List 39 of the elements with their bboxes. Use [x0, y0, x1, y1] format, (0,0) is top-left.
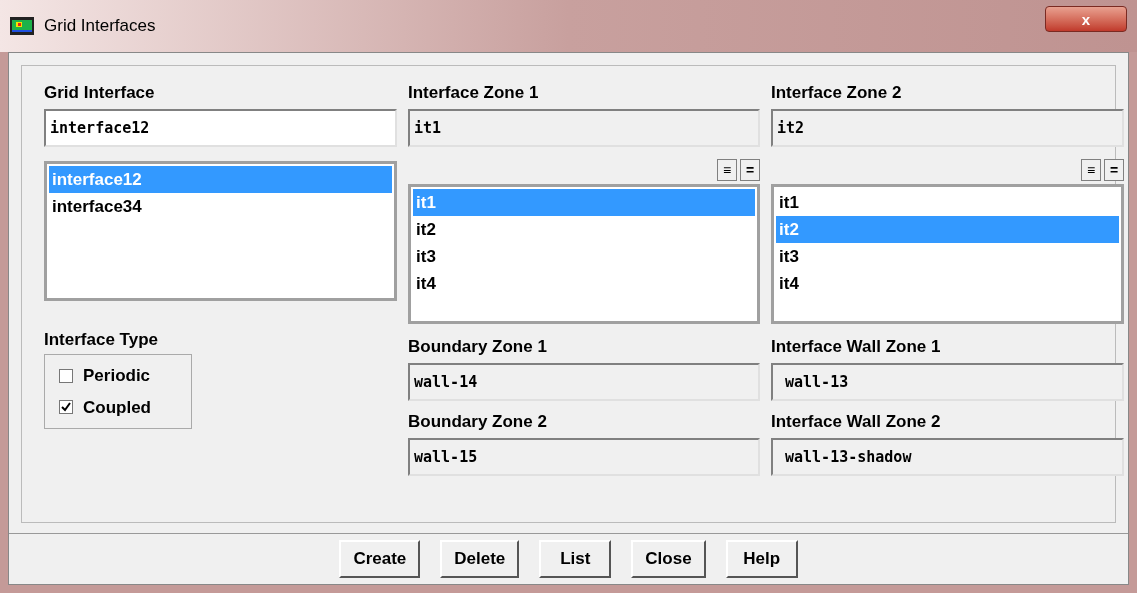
text-field[interactable]: wall-13-shadow	[771, 438, 1124, 476]
check-icon	[61, 402, 71, 413]
window-title: Grid Interfaces	[44, 15, 156, 38]
list-item[interactable]: it4	[776, 270, 1119, 297]
field-label: Interface Zone 1	[408, 84, 540, 101]
window-close-button[interactable]: x	[1045, 6, 1127, 32]
field-label: Grid Interface	[44, 84, 156, 101]
text-field[interactable]: wall-14	[408, 363, 760, 401]
list-item[interactable]: it2	[413, 216, 755, 243]
group-label: Interface Type	[44, 331, 159, 348]
field-label: Interface Wall Zone 2	[771, 413, 942, 430]
list-item[interactable]: it1	[776, 189, 1119, 216]
list-item[interactable]: it3	[776, 243, 1119, 270]
text-field[interactable]: it1	[408, 109, 760, 147]
dialog-button[interactable]: Help	[725, 540, 798, 578]
list-toggle-button[interactable]: ≡	[717, 159, 737, 181]
checkbox-label: Periodic	[83, 365, 151, 387]
dialog-button[interactable]: Create	[339, 540, 421, 578]
checkbox[interactable]	[59, 400, 73, 415]
field-label: Boundary Zone 1	[408, 338, 548, 355]
dialog-button[interactable]: Close	[631, 540, 706, 578]
field-label: Boundary Zone 2	[408, 413, 548, 430]
dialog-button[interactable]: Delete	[440, 540, 520, 578]
text-field[interactable]: it2	[771, 109, 1124, 147]
text-field[interactable]: wall-15	[408, 438, 760, 476]
field-label: Interface Wall Zone 1	[771, 338, 942, 355]
list-item[interactable]: interface34	[49, 193, 392, 220]
list-toggle-button[interactable]: ≡	[1081, 159, 1101, 181]
checkbox-label: Coupled	[83, 396, 151, 419]
text-field[interactable]: interface12	[44, 109, 397, 147]
list-toggle-button[interactable]: =	[740, 159, 760, 181]
list-item[interactable]: it4	[413, 270, 755, 297]
text-field[interactable]: wall-13	[771, 363, 1124, 401]
list-item[interactable]: it3	[413, 243, 755, 270]
field-label: Interface Zone 2	[771, 84, 903, 101]
dialog-button[interactable]: List	[539, 540, 612, 578]
list-toggle-button[interactable]: =	[1104, 159, 1124, 181]
app-icon	[10, 17, 34, 35]
checkbox[interactable]	[59, 368, 73, 383]
